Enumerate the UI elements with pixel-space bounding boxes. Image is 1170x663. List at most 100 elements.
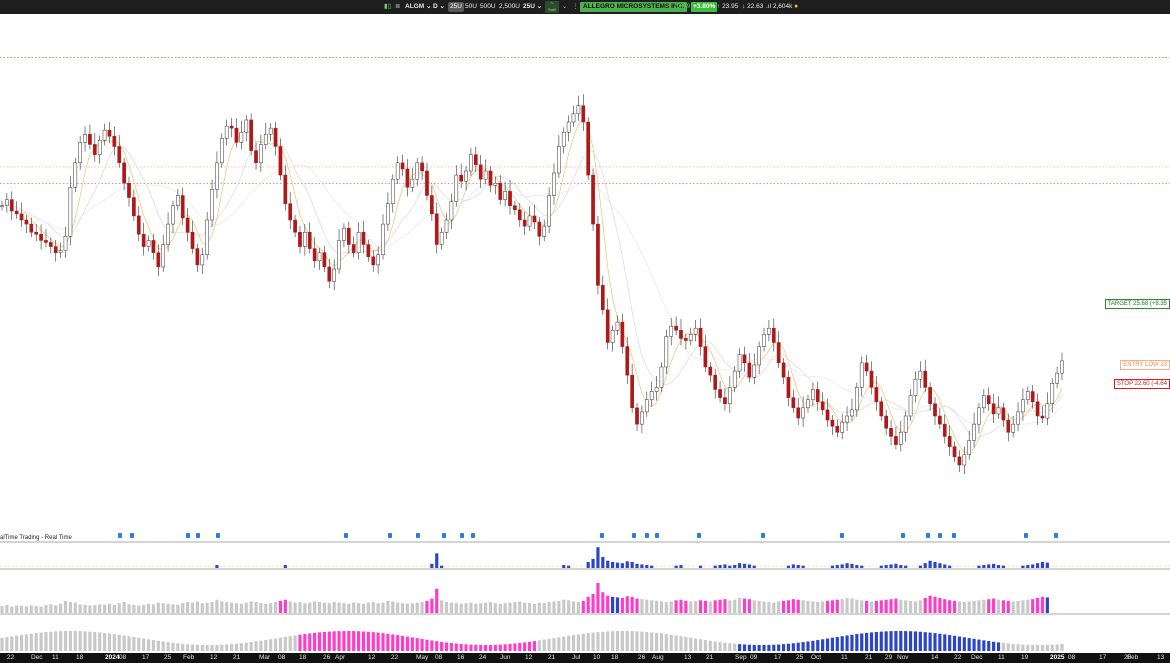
signal-marker xyxy=(118,533,122,538)
strategy-button[interactable]: ~ Swill xyxy=(545,1,559,13)
oscillator-bar xyxy=(161,641,165,651)
volume-bar xyxy=(293,602,297,613)
volume-bar xyxy=(781,600,786,613)
volume-bar xyxy=(29,605,33,613)
range-select[interactable]: 25U ⌄ xyxy=(523,2,542,12)
oscillator-bar xyxy=(215,644,219,651)
volume-bar xyxy=(498,603,502,613)
moving-averages xyxy=(1,118,1063,454)
x-tick-label: 29 xyxy=(885,654,893,661)
oscillator-bar xyxy=(78,631,82,651)
volume-bar xyxy=(269,603,273,613)
oscillator-bar xyxy=(19,634,24,651)
oscillator-bar xyxy=(264,639,268,651)
oscillator-bar xyxy=(571,635,576,651)
oscillator-bar xyxy=(371,632,375,651)
interval-selector[interactable]: D ⌄ xyxy=(433,2,445,12)
rt-volume-bar xyxy=(723,564,727,568)
volume-bar xyxy=(327,603,331,613)
symbol-selector[interactable]: ALGM ⌄ xyxy=(405,2,431,12)
oscillator-bar xyxy=(98,632,102,651)
price-chart[interactable] xyxy=(0,14,1170,653)
candle-body xyxy=(244,119,249,133)
oscillator-bar xyxy=(913,631,918,651)
oscillator-bar xyxy=(303,634,307,651)
signal-marker xyxy=(216,533,220,538)
volume-bar xyxy=(547,602,551,613)
rt-volume-bar xyxy=(845,563,849,568)
x-tick-label: 2025 xyxy=(1050,654,1065,661)
rt-volume-bar xyxy=(713,565,717,568)
stop-level-label[interactable]: STOP 22.60 (-4.64 xyxy=(1113,379,1170,389)
volume-bar xyxy=(488,602,493,613)
candle-body xyxy=(141,234,146,247)
target-level-label[interactable]: TARGET 25.68 (+8.35 xyxy=(1104,299,1170,309)
volume-bar xyxy=(821,601,825,613)
range-2500u-button[interactable]: 2,500U xyxy=(497,2,522,12)
interval-label: D xyxy=(433,3,438,10)
volume-bar xyxy=(454,603,458,613)
volume-bar xyxy=(278,600,283,613)
volume-bar xyxy=(972,600,976,613)
candle-body xyxy=(517,209,522,221)
signal-marker xyxy=(901,533,905,538)
oscillator-bar xyxy=(562,636,566,651)
volume-bar xyxy=(840,599,844,613)
volume-bar xyxy=(532,603,537,613)
oscillator-bar xyxy=(967,638,971,651)
x-tick-label: Mar xyxy=(259,654,271,661)
volume-bar xyxy=(391,601,395,613)
chevron-down-icon[interactable]: ⌄ xyxy=(562,2,567,12)
volume-bar xyxy=(537,602,541,613)
x-tick-label: 25 xyxy=(796,654,804,661)
candle-body xyxy=(977,407,981,425)
signal-marker xyxy=(344,533,348,538)
info-icon[interactable]: ⋮ xyxy=(572,2,579,12)
oscillator-bar xyxy=(777,644,781,651)
candle-body xyxy=(224,125,229,139)
candle-body xyxy=(200,254,205,266)
range-50u-button[interactable]: 50U xyxy=(463,2,479,12)
candle-body xyxy=(278,146,283,176)
watchlist-icon[interactable]: ≣ xyxy=(395,2,400,12)
candle-body xyxy=(596,223,600,286)
volume-bar xyxy=(987,599,991,613)
chart-type-icon[interactable]: ▮▯ xyxy=(384,2,391,12)
candle-body xyxy=(195,248,200,266)
range-500u-button[interactable]: 500U xyxy=(478,2,498,12)
rt-volume-bar xyxy=(933,561,937,568)
volume-bar xyxy=(273,602,278,613)
range-25u-button[interactable]: 25U xyxy=(448,2,464,12)
volume-bar xyxy=(396,602,400,613)
oscillator-bar xyxy=(410,637,414,651)
volume-bar xyxy=(698,600,703,613)
volume-bar xyxy=(879,600,883,613)
volume-bar xyxy=(967,601,971,613)
candle-body xyxy=(889,428,893,437)
oscillator-bar xyxy=(542,639,546,651)
oscillator-bar xyxy=(425,639,429,651)
volume-bar xyxy=(1001,600,1005,613)
candle-body xyxy=(371,256,376,266)
candle-body xyxy=(405,168,410,188)
oscillator-bar xyxy=(576,634,580,651)
oscillator-bar xyxy=(298,634,302,651)
candle-body xyxy=(913,379,918,396)
volume-bar xyxy=(1006,600,1010,613)
candle-body xyxy=(908,395,913,417)
oscillator-bar xyxy=(1016,644,1020,651)
oscillator-bar xyxy=(200,644,204,651)
company-name[interactable]: ALLEGRO MICROSYSTEMS INC. xyxy=(580,2,688,12)
candle-body xyxy=(439,232,444,245)
entry-level-label[interactable]: ENTRY LOW 23 xyxy=(1120,360,1170,370)
candle-body xyxy=(850,409,854,417)
oscillator-bar xyxy=(68,631,72,651)
candle-body xyxy=(693,327,698,335)
candle-body xyxy=(185,217,190,233)
oscillator-bar xyxy=(254,641,258,651)
candle-body xyxy=(107,129,112,137)
oscillator-bar xyxy=(1001,642,1005,651)
candle-body xyxy=(112,136,117,147)
oscillator-bar xyxy=(1021,644,1025,651)
volume-bar xyxy=(513,602,517,613)
